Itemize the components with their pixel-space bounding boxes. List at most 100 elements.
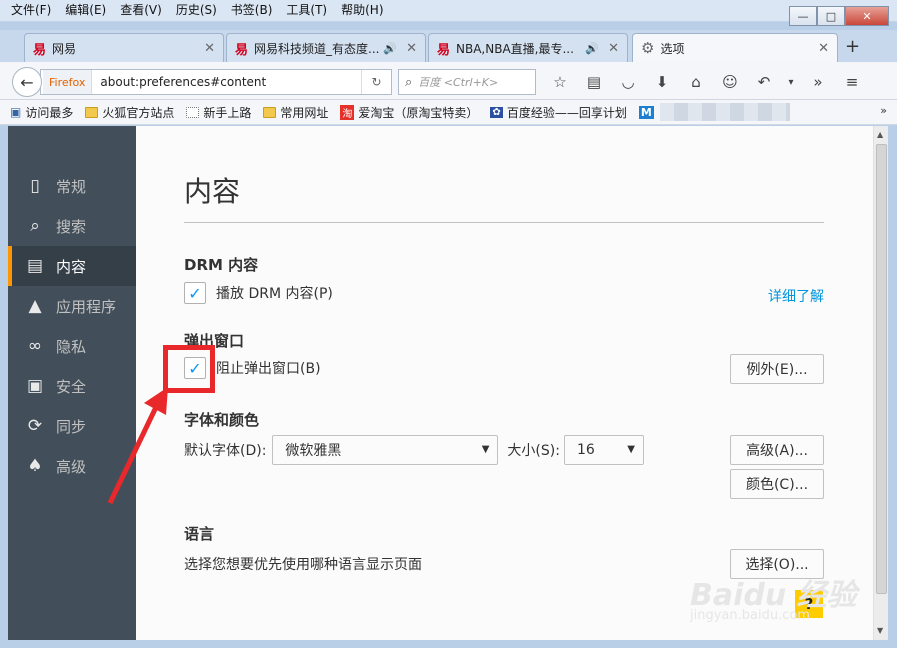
close-window-button[interactable]: ✕ [845, 6, 889, 26]
bookmark-star-icon[interactable]: ☆ [545, 70, 575, 94]
menu-bar: 文件(F) 编辑(E) 查看(V) 历史(S) 书签(B) 工具(T) 帮助(H… [4, 2, 391, 18]
back-button[interactable]: ← [12, 67, 42, 97]
identity-label[interactable]: Firefox [43, 70, 93, 94]
tab-label: 网易 [52, 41, 77, 56]
drm-checkbox-label[interactable]: 播放 DRM 内容(P) [216, 283, 333, 303]
url-bar[interactable]: Firefox about:preferences#content ↻ [40, 69, 392, 95]
tab-label: 选项 [660, 41, 685, 56]
page-icon: ▣ [10, 105, 22, 119]
home-icon[interactable]: ⌂ [681, 70, 711, 94]
menu-bookmarks[interactable]: 书签(B) [224, 2, 280, 18]
tab-nba[interactable]: 易 NBA,NBA直播,最专... 🔊 ✕ [428, 33, 628, 62]
menu-file[interactable]: 文件(F) [4, 2, 58, 18]
netease-logo-icon: 易 [33, 42, 47, 58]
sidebar-item-privacy[interactable]: ∞ 隐私 [8, 326, 136, 366]
search-icon: ⌕ [405, 74, 413, 90]
undo-icon[interactable]: ↶ [749, 70, 779, 94]
sidebar-item-applications[interactable]: ▲ 应用程序 [8, 286, 136, 326]
bookmark-item[interactable]: 新手上路 [186, 104, 251, 121]
drm-checkbox[interactable]: ✓ [184, 282, 206, 304]
netease-logo-icon: 易 [235, 42, 249, 58]
watermark-url: jingyan.baidu.com [690, 608, 810, 623]
maximize-button[interactable]: □ [817, 6, 845, 26]
sync-icon: ⟳ [27, 416, 43, 436]
close-tab-icon[interactable]: ✕ [406, 41, 417, 56]
bookmark-item[interactable]: ✿ 百度经验——回享计划 [490, 104, 627, 121]
reload-icon[interactable]: ↻ [361, 70, 391, 94]
m-icon[interactable]: M [638, 105, 654, 119]
bookmarks-bar: ▣ 访问最多 火狐官方站点 新手上路 常用网址 淘 爱淘宝（原淘宝特卖） ✿ 百… [0, 100, 897, 125]
hello-icon[interactable]: ☺ [715, 70, 745, 94]
menu-view[interactable]: 查看(V) [113, 2, 169, 18]
overflow-icon[interactable]: » [803, 70, 833, 94]
language-heading: 语言 [184, 525, 215, 543]
speaker-icon[interactable]: 🔊 [383, 42, 397, 55]
dropdown-icon[interactable]: ▾ [783, 70, 799, 94]
tab-options[interactable]: ⚙ 选项 ✕ [632, 33, 838, 62]
lock-icon: ▣ [26, 376, 44, 396]
close-tab-icon[interactable]: ✕ [608, 41, 619, 56]
colors-button[interactable]: 颜色(C)... [730, 469, 824, 499]
checkmark-icon: ✓ [188, 283, 202, 303]
bookmarks-overflow-icon[interactable]: » [880, 104, 887, 117]
chevron-down-icon: ▼ [481, 444, 490, 455]
font-size-select[interactable]: 16 ▼ [563, 435, 644, 465]
sidebar-item-content[interactable]: ▤ 内容 [8, 246, 136, 286]
tab-tech[interactable]: 易 网易科技频道_有态度... 🔊 ✕ [226, 33, 426, 62]
mask-icon: ∞ [27, 336, 43, 356]
bookmark-item[interactable]: 常用网址 [263, 104, 328, 121]
scroll-up-icon[interactable]: ▲ [877, 130, 883, 139]
title-bar: 文件(F) 编辑(E) 查看(V) 历史(S) 书签(B) 工具(T) 帮助(H… [0, 0, 897, 26]
new-tab-button[interactable]: + [845, 36, 860, 57]
tab-label: NBA,NBA直播,最专... [456, 41, 574, 56]
hamburger-menu-icon[interactable]: ≡ [837, 70, 867, 94]
folder-icon [263, 106, 277, 118]
sidebar-item-general[interactable]: ▯ 常规 [8, 166, 136, 206]
default-font-select[interactable]: 微软雅黑 ▼ [272, 435, 499, 465]
learn-more-link[interactable]: 详细了解 [768, 286, 824, 306]
search-placeholder: 百度 <Ctrl+K> [418, 76, 499, 89]
paw-icon: ✿ [490, 106, 503, 118]
bookmark-item[interactable]: 淘 爱淘宝（原淘宝特卖） [340, 104, 478, 121]
scrollbar[interactable]: ▲ ▼ [873, 126, 888, 640]
scrollbar-thumb[interactable] [876, 144, 887, 594]
downloads-icon[interactable]: ⬇ [647, 70, 677, 94]
toolbar-icons: ☆ ▤ ◡ ⬇ ⌂ ☺ ↶ ▾ » ≡ [545, 70, 867, 94]
exceptions-button[interactable]: 例外(E)... [730, 354, 824, 384]
tab-163[interactable]: 易 网易 ✕ [24, 33, 224, 62]
bookmark-item[interactable]: 火狐官方站点 [85, 104, 174, 121]
netease-logo-icon: 易 [437, 42, 451, 58]
drm-row: ✓ 播放 DRM 内容(P) [184, 282, 333, 304]
url-text[interactable]: about:preferences#content [92, 75, 361, 89]
fonts-heading: 字体和颜色 [184, 411, 260, 429]
pocket-icon[interactable]: ◡ [613, 70, 643, 94]
content-pane: 内容 DRM 内容 ✓ 播放 DRM 内容(P) 详细了解 弹出窗口 ✓ 阻止弹… [136, 126, 873, 640]
menu-edit[interactable]: 编辑(E) [58, 2, 113, 18]
minimize-button[interactable]: — [789, 6, 817, 26]
page-title: 内容 [184, 175, 241, 208]
menu-help[interactable]: 帮助(H) [334, 2, 390, 18]
dotted-folder-icon [186, 106, 200, 118]
chevron-down-icon: ▼ [627, 444, 635, 455]
speaker-icon[interactable]: 🔊 [585, 42, 599, 55]
block-popups-label[interactable]: 阻止弹出窗口(B) [216, 358, 321, 378]
drm-heading: DRM 内容 [184, 256, 259, 274]
categories-sidebar: ▯ 常规 ⌕ 搜索 ▤ 内容 ▲ 应用程序 ∞ 隐私 ▣ 安全 ⟳ 同步 ♠ 高 [8, 126, 136, 640]
advanced-fonts-button[interactable]: 高级(A)... [730, 435, 824, 465]
scroll-down-icon[interactable]: ▼ [877, 626, 883, 635]
menu-tools[interactable]: 工具(T) [279, 2, 334, 18]
preferences-page: ▯ 常规 ⌕ 搜索 ▤ 内容 ▲ 应用程序 ∞ 隐私 ▣ 安全 ⟳ 同步 ♠ 高 [8, 126, 888, 640]
bookmark-item[interactable]: ▣ 访问最多 [10, 104, 73, 121]
close-tab-icon[interactable]: ✕ [204, 41, 215, 56]
menu-history[interactable]: 历史(S) [169, 2, 224, 18]
general-icon: ▯ [30, 176, 40, 196]
close-tab-icon[interactable]: ✕ [818, 41, 829, 56]
taobao-icon: 淘 [340, 104, 355, 120]
nav-bar: Firefox about:preferences#content ↻ ← ⌕ … [0, 62, 897, 100]
rocket-icon: ▲ [28, 296, 42, 316]
fonts-row: 默认字体(D): 微软雅黑 ▼ 大小(S): 16 ▼ [184, 435, 644, 465]
search-bar[interactable]: ⌕ 百度 <Ctrl+K> [398, 69, 536, 95]
sidebar-item-search[interactable]: ⌕ 搜索 [8, 206, 136, 246]
reading-list-icon[interactable]: ▤ [579, 70, 609, 94]
gear-icon: ⚙ [641, 39, 655, 57]
